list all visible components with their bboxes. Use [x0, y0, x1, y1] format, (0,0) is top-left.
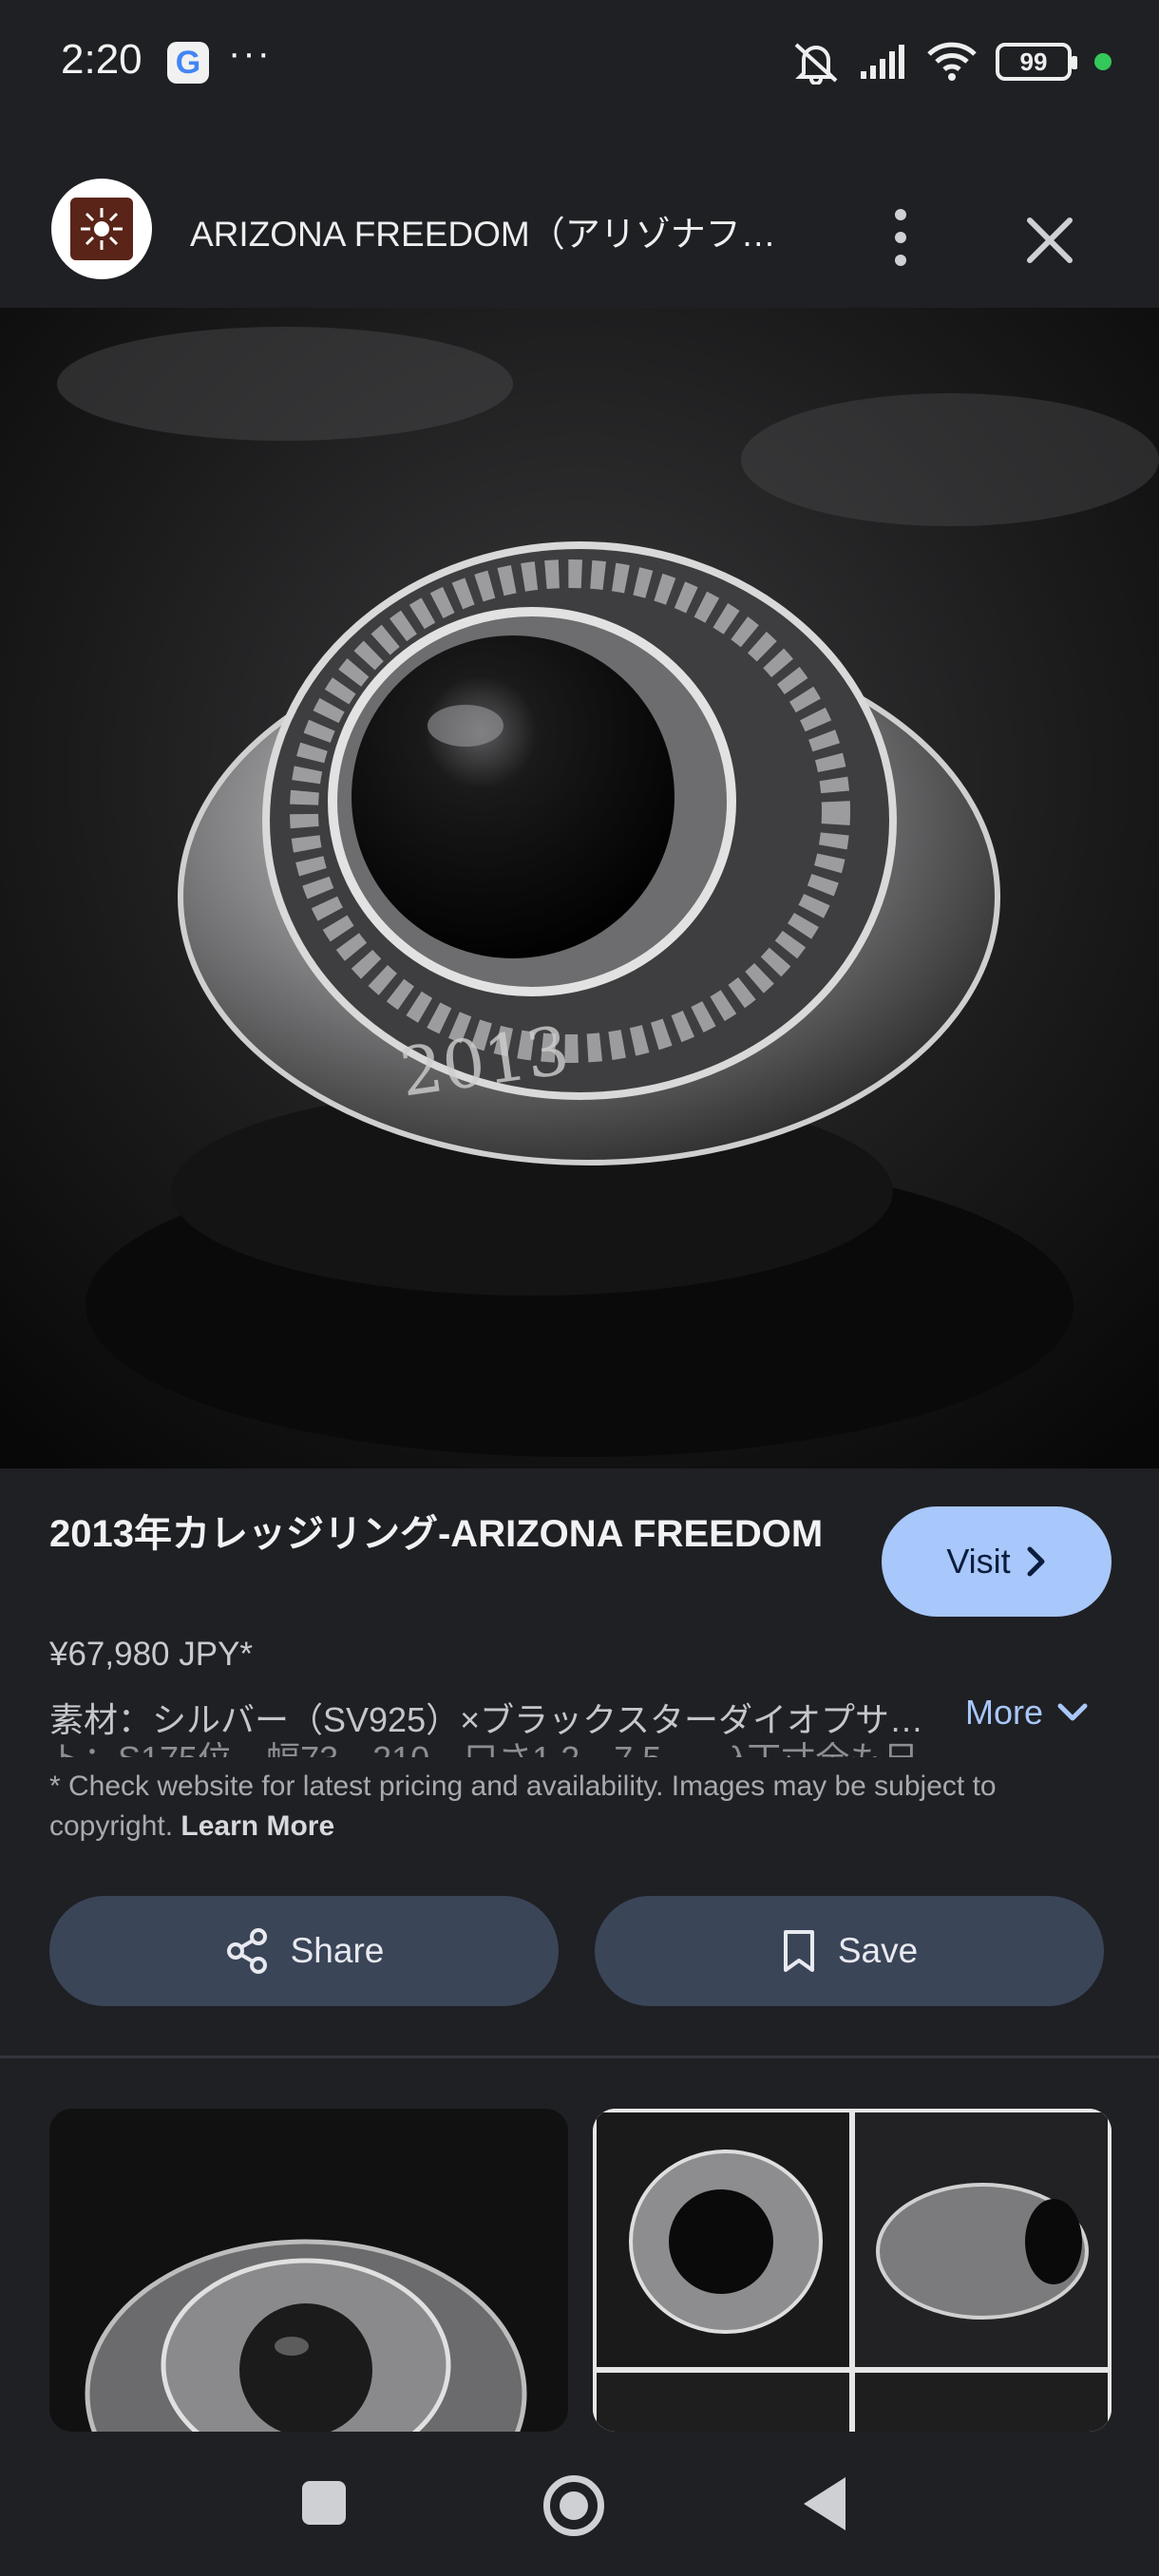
chevron-down-icon: [1057, 1703, 1088, 1721]
result-header: ARIZONA FREEDOM（アリゾナフリ…: [0, 127, 1159, 308]
disclaimer: * Check website for latest pricing and a…: [49, 1767, 1113, 1847]
mute-icon: [794, 43, 838, 85]
description-row: 素材：シルバー（SV925）×ブラックスターダイオプサ… ト：S175位…幅73…: [49, 1693, 1113, 1757]
product-description: 素材：シルバー（SV925）×ブラックスターダイオプサ…: [49, 1700, 924, 1739]
battery-icon: 99: [996, 43, 1077, 81]
related-image[interactable]: [49, 2109, 568, 2432]
privacy-indicator-dot: [1094, 53, 1112, 70]
bookmark-icon: [783, 1930, 814, 1972]
visit-button[interactable]: Visit: [882, 1506, 1112, 1617]
divider: [0, 2055, 1159, 2058]
related-image-collage[interactable]: [593, 2109, 1112, 2432]
screen: 2:20 G ··· 99 ARIZONA FREEDOM（アリゾナフリ… 20…: [0, 0, 1159, 2576]
product-title: 2013年カレッジリング-ARIZONA FREEDOM: [49, 1513, 824, 1555]
wifi-icon: [927, 42, 977, 81]
more-label: More: [965, 1693, 1044, 1732]
close-icon[interactable]: [1016, 207, 1083, 274]
save-button[interactable]: Save: [595, 1896, 1104, 2006]
signal-icon: [861, 45, 904, 79]
visit-label: Visit: [946, 1542, 1011, 1581]
description-next-line: ト：S175位…幅73…210…口さ1.2…7.5……λ丁寸全も兄: [49, 1742, 961, 1757]
home-icon[interactable]: [543, 2475, 604, 2536]
learn-more-link[interactable]: Learn More: [180, 1810, 334, 1842]
more-vert-icon[interactable]: [874, 203, 927, 272]
share-icon: [226, 1928, 267, 1974]
sun-icon: [70, 198, 133, 260]
status-bar: 2:20 G ··· 99: [0, 0, 1159, 127]
more-notifications-icon: ···: [228, 32, 272, 74]
more-button[interactable]: More: [965, 1693, 1089, 1733]
google-notification-icon: G: [167, 42, 209, 84]
chevron-right-icon: [1027, 1546, 1045, 1577]
product-price: ¥67,980 JPY*: [49, 1636, 254, 1673]
save-label: Save: [837, 1931, 919, 1970]
system-nav-bar: [0, 2432, 1159, 2576]
product-image[interactable]: 2013: [0, 308, 1159, 1468]
site-logo[interactable]: [51, 179, 152, 279]
recents-icon[interactable]: [302, 2481, 346, 2525]
share-label: Share: [290, 1931, 385, 1970]
status-icons: 99: [790, 38, 1112, 85]
share-button[interactable]: Share: [49, 1896, 559, 2006]
status-time: 2:20: [61, 36, 142, 83]
site-title[interactable]: ARIZONA FREEDOM（アリゾナフリ…: [190, 205, 808, 256]
back-icon[interactable]: [804, 2477, 846, 2530]
